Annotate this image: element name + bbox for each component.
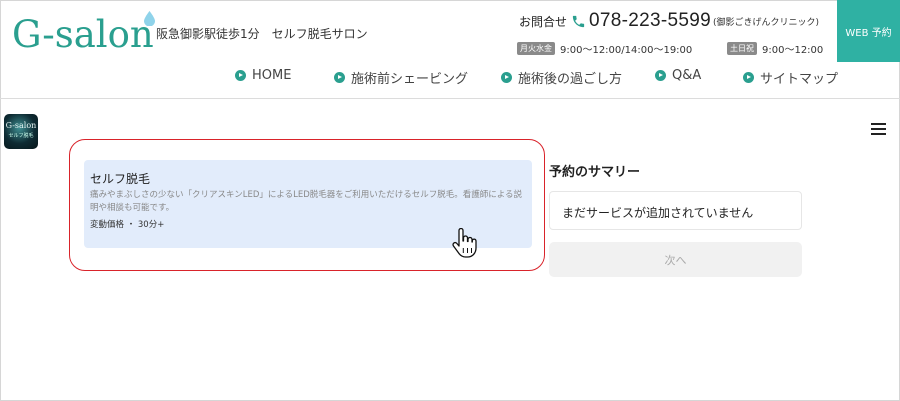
arrow-circle-icon — [501, 72, 512, 83]
arrow-circle-icon — [743, 72, 754, 83]
hours-time: 9:00～12:00 — [762, 45, 824, 56]
header-divider — [0, 98, 900, 99]
clinic-name: (御影ごきげんクリニック) — [712, 17, 819, 28]
nav-item-shaving[interactable]: 施術前シェービング — [334, 68, 468, 87]
phone-number[interactable]: 078-223-5599 — [589, 10, 711, 32]
nav-item-qa[interactable]: Q&A — [655, 68, 701, 83]
booking-summary-title: 予約のサマリー — [549, 165, 641, 180]
hours-days-badge: 土日祝 — [727, 42, 757, 55]
nav-item-sitemap[interactable]: サイトマップ — [743, 68, 838, 87]
hand-pointer-cursor-icon — [452, 228, 477, 258]
arrow-circle-icon — [334, 72, 345, 83]
main-nav: HOME 施術前シェービング 施術後の過ごし方 Q&A サイトマップ — [0, 68, 900, 88]
phone-icon — [572, 15, 585, 27]
arrow-circle-icon — [655, 70, 666, 81]
hamburger-menu-icon[interactable] — [871, 123, 886, 135]
nav-item-label: サイトマップ — [760, 72, 839, 87]
booking-app-logo[interactable]: G-salon セルフ脱毛 — [4, 114, 38, 149]
nav-item-label: 施術前シェービング — [351, 72, 469, 87]
service-description: 痛みやまぶしさの少ない「クリアスキンLED」によるLED脱毛器をご利用いただける… — [90, 190, 523, 213]
nav-item-label: Q&A — [672, 68, 702, 83]
nav-item-aftercare[interactable]: 施術後の過ごし方 — [501, 68, 622, 87]
nav-item-home[interactable]: HOME — [235, 68, 291, 83]
booking-summary-empty: まだサービスが追加されていません — [549, 191, 802, 230]
nav-item-label: 施術後の過ごし方 — [518, 72, 623, 87]
next-button[interactable]: 次へ — [549, 242, 802, 277]
site-tagline: 阪急御影駅徒歩1分 セルフ脱毛サロン — [156, 27, 368, 41]
hours-time: 9:00～12:00/14:00～19:00 — [560, 45, 693, 56]
contact-line: お問合せ 078-223-5599 (御影ごきげんクリニック) — [519, 10, 819, 32]
site-logo[interactable]: G-salon — [12, 12, 154, 58]
contact-label: お問合せ — [519, 14, 568, 29]
water-drop-icon — [144, 11, 155, 26]
hours-days-badge: 月火水金 — [517, 42, 555, 55]
arrow-circle-icon — [235, 70, 246, 81]
hours-weekday: 月火水金 9:00～12:00/14:00～19:00 — [517, 41, 692, 56]
service-title: セルフ脱毛 — [90, 172, 151, 186]
app-logo-subtext: セルフ脱毛 — [8, 133, 34, 139]
app-logo-text: G-salon — [5, 121, 37, 130]
nav-item-label: HOME — [252, 68, 292, 83]
hours-weekend: 土日祝 9:00～12:00 — [727, 41, 823, 56]
web-reservation-button[interactable]: WEB 予約 — [837, 0, 900, 62]
